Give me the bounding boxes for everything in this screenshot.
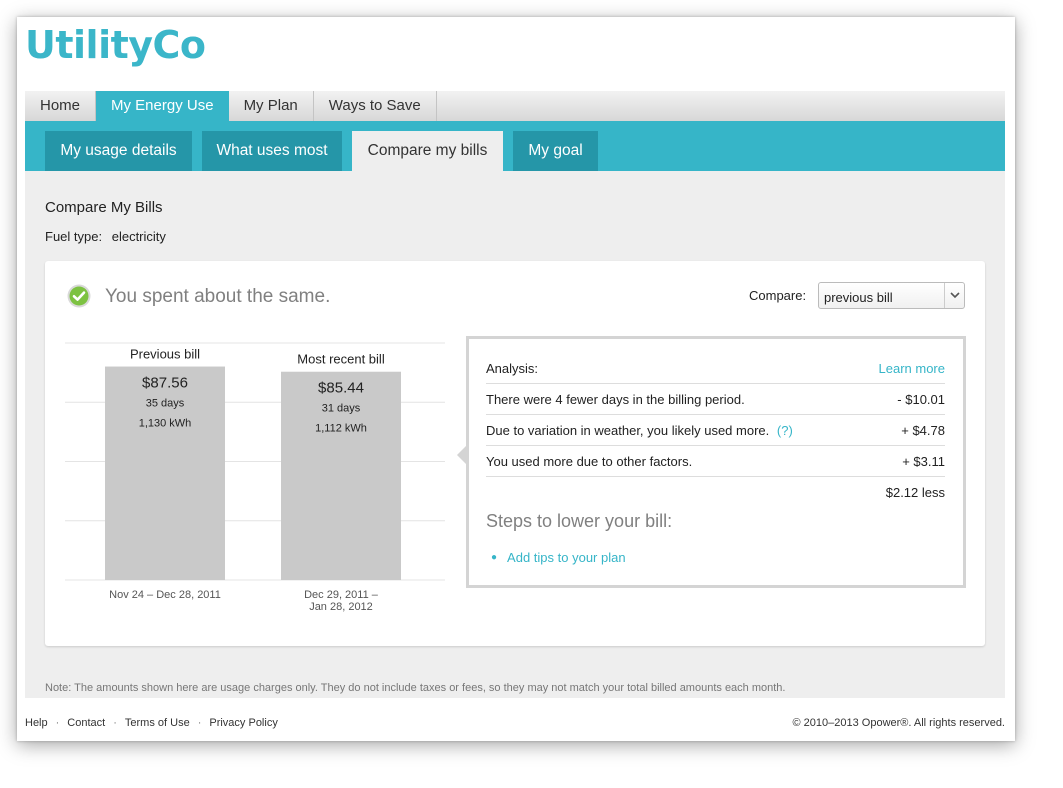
page-title: Compare My Bills: [45, 199, 163, 216]
logo: UtilityCo: [25, 23, 206, 67]
bullet-icon: ●: [491, 552, 498, 563]
analysis-row-amount: - $10.01: [897, 392, 945, 407]
analysis-header-row: Analysis: Learn more: [486, 353, 945, 384]
fuel-type-label: Fuel type:: [45, 229, 103, 244]
analysis-title: Analysis:: [486, 361, 539, 376]
analysis-row: There were 4 fewer days in the billing p…: [486, 384, 945, 415]
footer-link-contact[interactable]: Contact: [67, 717, 105, 729]
analysis-row: Due to variation in weather, you likely …: [486, 415, 945, 446]
subtab-my-goal[interactable]: My goal: [513, 131, 598, 171]
fuel-type-value: electricity: [111, 229, 166, 244]
steps-title: Steps to lower your bill:: [486, 511, 673, 531]
subtab-compare-bills[interactable]: Compare my bills: [352, 131, 503, 171]
bar-period: Dec 29, 2011 –: [304, 589, 379, 601]
tab-home[interactable]: Home: [25, 91, 97, 121]
app-window: UtilityCo Home My Energy Use My Plan Way…: [17, 17, 1015, 741]
footer-link-privacy[interactable]: Privacy Policy: [209, 717, 277, 729]
summary-headline: You spent about the same.: [105, 286, 331, 307]
learn-more-link[interactable]: Learn more: [879, 353, 945, 384]
bar-amount: $87.56: [142, 375, 188, 392]
bar-label: Previous bill: [130, 347, 200, 362]
bill-comparison-chart: Previous bill $87.56 35 days 1,130 kWh Nov 2…: [65, 342, 447, 623]
bar-kwh: 1,112 kWh: [315, 423, 367, 435]
footer: Help · Contact · Terms of Use · Privacy Policy…: [25, 717, 1005, 729]
weather-help-link[interactable]: (?): [777, 423, 793, 438]
comparison-card: You spent about the same. Compare: previ…: [45, 261, 985, 646]
bar-days: 35 days: [146, 398, 185, 410]
tab-my-plan[interactable]: My Plan: [229, 91, 314, 121]
analysis-total: $2.12 less: [885, 485, 945, 500]
compare-select-value: previous bill: [824, 290, 893, 305]
analysis-panel: Analysis: Learn more There were 4 fewer …: [457, 336, 966, 588]
footer-links: Help · Contact · Terms of Use · Privacy Policy: [25, 717, 278, 729]
bar-label: Most recent bill: [297, 352, 385, 367]
analysis-row-text: You used more due to other factors.: [486, 454, 693, 469]
compare-label: Compare:: [749, 288, 807, 303]
footer-separator: ·: [55, 717, 60, 729]
usage-note: Note: The amounts shown here are usage c…: [45, 682, 786, 694]
main-nav: Home My Energy Use My Plan Ways to Save: [25, 91, 1005, 121]
bar-kwh: 1,130 kWh: [139, 418, 192, 430]
fuel-type: Fuel type: electricity: [45, 229, 166, 244]
compare-select[interactable]: previous bill: [818, 282, 965, 309]
footer-link-help[interactable]: Help: [25, 717, 48, 729]
select-arrow: [944, 283, 964, 308]
bar-period: Jan 28, 2012: [309, 601, 373, 613]
check-circle-icon: [67, 284, 91, 308]
bar-amount: $85.44: [318, 380, 364, 397]
content-area: Compare My Bills Fuel type: electricity …: [25, 171, 1005, 698]
bill-chart-svg: Previous bill $87.56 35 days 1,130 kWh Nov 2…: [65, 342, 445, 613]
tip-link[interactable]: ● Add tips to your plan: [491, 550, 626, 565]
subtab-what-uses-most[interactable]: What uses most: [202, 131, 342, 171]
analysis-row-text: There were 4 fewer days in the billing p…: [486, 392, 745, 407]
tip-link-label: Add tips to your plan: [507, 550, 626, 565]
subtab-usage-details[interactable]: My usage details: [45, 131, 192, 171]
bar-period: Nov 24 – Dec 28, 2011: [109, 589, 221, 601]
analysis-row: You used more due to other factors. + $3…: [486, 446, 945, 477]
tab-my-energy-use[interactable]: My Energy Use: [96, 91, 229, 121]
analysis-row-amount: + $3.11: [902, 454, 945, 469]
footer-separator: ·: [197, 717, 202, 729]
chevron-down-icon: [950, 292, 960, 299]
analysis-row-text: Due to variation in weather, you likely …: [486, 423, 770, 438]
analysis-row-amount: + $4.78: [901, 423, 945, 438]
copyright: © 2010–2013 Opower®. All rights reserved…: [792, 717, 1006, 729]
footer-link-terms[interactable]: Terms of Use: [125, 717, 190, 729]
tab-ways-to-save[interactable]: Ways to Save: [314, 91, 437, 121]
panel-pointer: [457, 445, 467, 465]
bar-days: 31 days: [322, 403, 361, 415]
footer-separator: ·: [113, 717, 117, 729]
sub-nav: My usage details What uses most Compare …: [25, 121, 1005, 171]
